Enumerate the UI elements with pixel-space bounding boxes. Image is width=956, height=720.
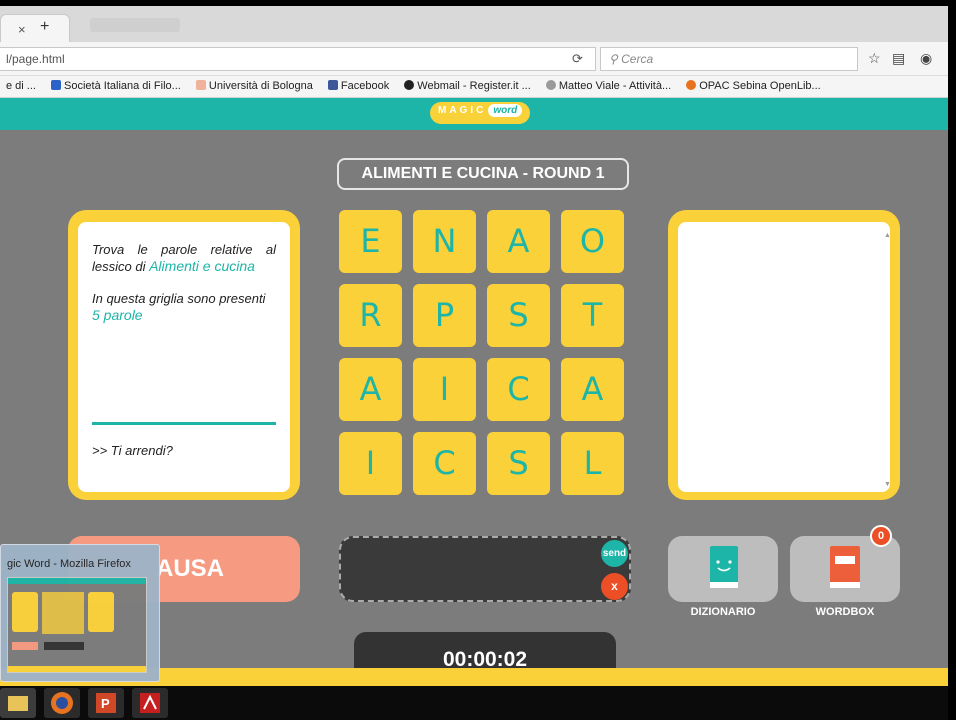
nav-toolbar: l/page.html ⟳ ⚲ Cerca ☆ ▤ ◉	[0, 42, 948, 76]
close-tab-icon[interactable]: ×	[18, 22, 26, 37]
bookmark-icon	[51, 80, 62, 90]
bookmark-icon	[195, 80, 206, 90]
star-icon[interactable]: ☆	[868, 50, 881, 67]
logo-word: word	[488, 104, 523, 117]
scroll-down-icon[interactable]: ▼	[884, 481, 891, 488]
bookmark-item[interactable]: Facebook	[322, 76, 395, 92]
dictionary-label: DIZIONARIO	[690, 606, 756, 618]
preview-thumbnail	[7, 577, 147, 673]
bookmark-item[interactable]: Matteo Viale - Attività...	[540, 76, 677, 92]
send-button[interactable]: send	[601, 540, 628, 567]
bookmark-item[interactable]: OPAC Sebina OpenLib...	[680, 76, 826, 92]
taskbar-preview[interactable]: gic Word - Mozilla Firefox	[0, 544, 160, 682]
round-title: ALIMENTI E CUCINA - ROUND 1	[337, 158, 629, 190]
letter-tile[interactable]: A	[339, 358, 402, 421]
letter-tile[interactable]: S	[487, 432, 550, 495]
reload-icon[interactable]: ⟳	[572, 51, 583, 67]
scroll-up-icon[interactable]: ▲	[884, 232, 891, 239]
tab-active[interactable]	[0, 14, 70, 42]
letter-tile[interactable]: I	[339, 432, 402, 495]
letter-tile[interactable]: C	[413, 432, 476, 495]
bookmark-icon	[404, 80, 415, 90]
bookmark-item[interactable]: e di ...	[0, 76, 42, 92]
letter-tile[interactable]: C	[487, 358, 550, 421]
facebook-icon	[327, 80, 338, 90]
browser-window: × + l/page.html ⟳ ⚲ Cerca ☆ ▤ ◉ e di ...…	[0, 0, 956, 720]
explorer-task-button[interactable]	[0, 688, 36, 718]
url-field[interactable]: l/page.html	[0, 47, 596, 71]
powerpoint-icon: P	[96, 693, 116, 713]
new-tab-button[interactable]: +	[40, 18, 49, 36]
word-count: 5 parole	[92, 307, 143, 323]
letter-tile[interactable]: S	[487, 284, 550, 347]
bookmarks-bar: e di ... Società Italiana di Filo... Uni…	[0, 76, 948, 98]
firefox-task-button[interactable]	[44, 688, 80, 718]
tab-bar: × +	[0, 6, 948, 42]
topic-label: Alimenti e cucina	[149, 258, 255, 274]
divider	[92, 422, 276, 425]
search-input[interactable]: ⚲ Cerca	[600, 47, 858, 71]
instructions-text: Trova le parole relative al lessico di A…	[92, 242, 276, 324]
svg-text:P: P	[101, 696, 110, 711]
letter-tile[interactable]: E	[339, 210, 402, 273]
acrobat-icon	[140, 693, 160, 713]
folder-icon	[8, 696, 28, 711]
acrobat-task-button[interactable]	[132, 688, 168, 718]
letter-tile[interactable]: I	[413, 358, 476, 421]
give-up-link[interactable]: >> Ti arrendi?	[92, 443, 173, 458]
site-header: MAGIC word	[0, 98, 948, 130]
logo-text: MAGIC	[438, 105, 487, 116]
pocket-icon[interactable]: ◉	[920, 50, 932, 67]
letter-tile[interactable]: T	[561, 284, 624, 347]
search-icon: ⚲	[609, 52, 618, 66]
bookmark-item[interactable]: Società Italiana di Filo...	[45, 76, 187, 92]
tab-placeholder	[90, 18, 180, 32]
instruction-line: In questa griglia sono presenti	[92, 291, 266, 306]
wordbox-count-badge: 0	[870, 525, 892, 547]
book-icon	[710, 546, 738, 588]
letter-tile[interactable]: N	[413, 210, 476, 273]
search-placeholder: Cerca	[621, 52, 654, 66]
reading-list-icon[interactable]: ▤	[892, 50, 905, 67]
letter-tile[interactable]: A	[487, 210, 550, 273]
powerpoint-task-button[interactable]: P	[88, 688, 124, 718]
magicword-logo[interactable]: MAGIC word	[430, 102, 531, 124]
dictionary-button[interactable]	[668, 536, 778, 602]
letter-tile[interactable]: P	[413, 284, 476, 347]
letter-tile[interactable]: R	[339, 284, 402, 347]
bookmark-icon	[545, 80, 556, 90]
bookmark-item[interactable]: Webmail - Register.it ...	[398, 76, 537, 92]
wordbox-label: WORDBOX	[815, 606, 875, 618]
answer-input[interactable]	[339, 536, 631, 602]
letter-tile[interactable]: L	[561, 432, 624, 495]
firefox-icon	[51, 692, 73, 714]
bookmark-item[interactable]: Università di Bologna	[190, 76, 319, 92]
found-words-list	[678, 222, 890, 492]
letter-tile[interactable]: O	[561, 210, 624, 273]
preview-title: gic Word - Mozilla Firefox	[7, 558, 131, 570]
clear-button[interactable]: x	[601, 573, 628, 600]
bookmark-icon	[686, 80, 697, 90]
letter-tile[interactable]: A	[561, 358, 624, 421]
window-right-edge	[948, 0, 956, 720]
